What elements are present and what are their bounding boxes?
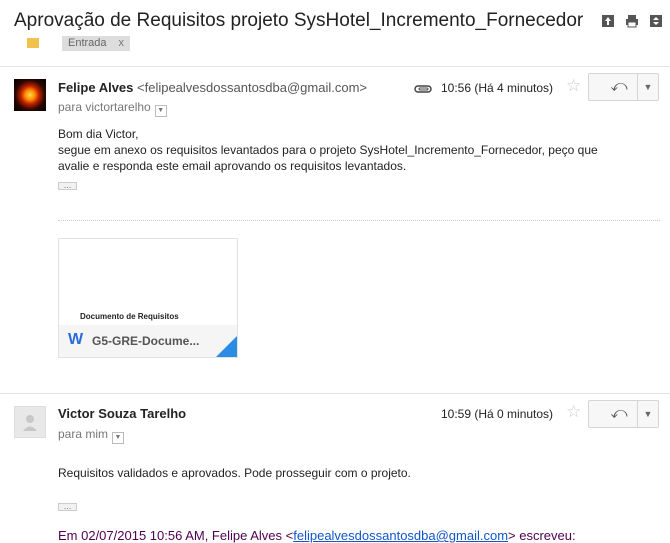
quote-email-link[interactable]: felipealvesdossantosdba@gmail.com xyxy=(293,528,508,543)
open-in-new-window-icon[interactable] xyxy=(601,14,615,28)
recipient-text: para mim xyxy=(58,427,109,441)
remove-label-button[interactable]: x xyxy=(119,37,125,49)
message-body: Requisitos validados e aprovados. Pode p… xyxy=(58,466,411,480)
word-document-icon: W xyxy=(68,331,84,348)
paperclip-icon xyxy=(414,85,432,93)
sender-line: Felipe Alves <felipealvesdossantosdba@gm… xyxy=(58,80,367,95)
default-avatar-icon xyxy=(23,415,37,431)
expand-all-icon[interactable] xyxy=(649,14,663,28)
more-options-button[interactable]: ▼ xyxy=(637,400,659,428)
message-time[interactable]: 10:56 (Há 4 minutos) xyxy=(441,81,553,95)
star-icon[interactable]: ☆ xyxy=(566,76,581,96)
recipient-text: para victortarelho xyxy=(58,100,151,114)
message-body: Bom dia Victor, segue em anexo os requis… xyxy=(58,126,598,174)
chevron-down-icon: ▼ xyxy=(643,409,653,419)
divider xyxy=(0,393,670,394)
body-line: avalie e responda este email aprovando o… xyxy=(58,159,407,173)
quote-prefix: Em 02/07/2015 10:56 AM, Felipe Alves < xyxy=(58,528,294,543)
label-chip-text: Entrada xyxy=(68,37,107,49)
attachment-filename[interactable]: G5-GRE-Docume... xyxy=(92,334,199,348)
avatar[interactable] xyxy=(14,79,46,111)
show-trimmed-content-button[interactable]: ... xyxy=(58,181,77,190)
body-line: Bom dia Victor, xyxy=(58,127,139,141)
quote-suffix: > escreveu: xyxy=(508,528,576,543)
sender-name[interactable]: Victor Souza Tarelho xyxy=(58,406,186,421)
attachment-preview-title: Documento de Requisitos xyxy=(80,312,179,321)
avatar[interactable] xyxy=(14,406,46,438)
reply-icon: ⤺ xyxy=(610,405,628,422)
attachment-divider xyxy=(58,220,660,221)
print-icon[interactable] xyxy=(625,14,639,28)
divider xyxy=(0,66,670,67)
body-line: segue em anexo os requisitos levantados … xyxy=(58,143,598,157)
show-trimmed-content-button[interactable]: ... xyxy=(58,502,77,511)
label-icon xyxy=(27,38,39,48)
quote-header: Em 02/07/2015 10:56 AM, Felipe Alves <fe… xyxy=(58,528,576,543)
chevron-down-icon: ▼ xyxy=(643,82,653,92)
show-details-button[interactable]: ▼ xyxy=(112,432,125,444)
message-time[interactable]: 10:59 (Há 0 minutos) xyxy=(441,407,553,421)
attachment-corner xyxy=(216,336,237,357)
more-options-button[interactable]: ▼ xyxy=(637,73,659,101)
reply-icon: ⤺ xyxy=(610,78,628,95)
recipient-line: para victortarelho ▼ xyxy=(58,100,167,117)
label-chip-entrada[interactable]: Entrada x xyxy=(62,36,131,51)
show-details-button[interactable]: ▼ xyxy=(154,105,167,117)
sender-name[interactable]: Felipe Alves xyxy=(58,80,133,95)
email-subject: Aprovação de Requisitos projeto SysHotel… xyxy=(14,10,584,31)
sender-email: <felipealvesdossantosdba@gmail.com> xyxy=(137,80,368,95)
star-icon[interactable]: ☆ xyxy=(566,402,581,422)
recipient-line: para mim ▼ xyxy=(58,427,125,444)
